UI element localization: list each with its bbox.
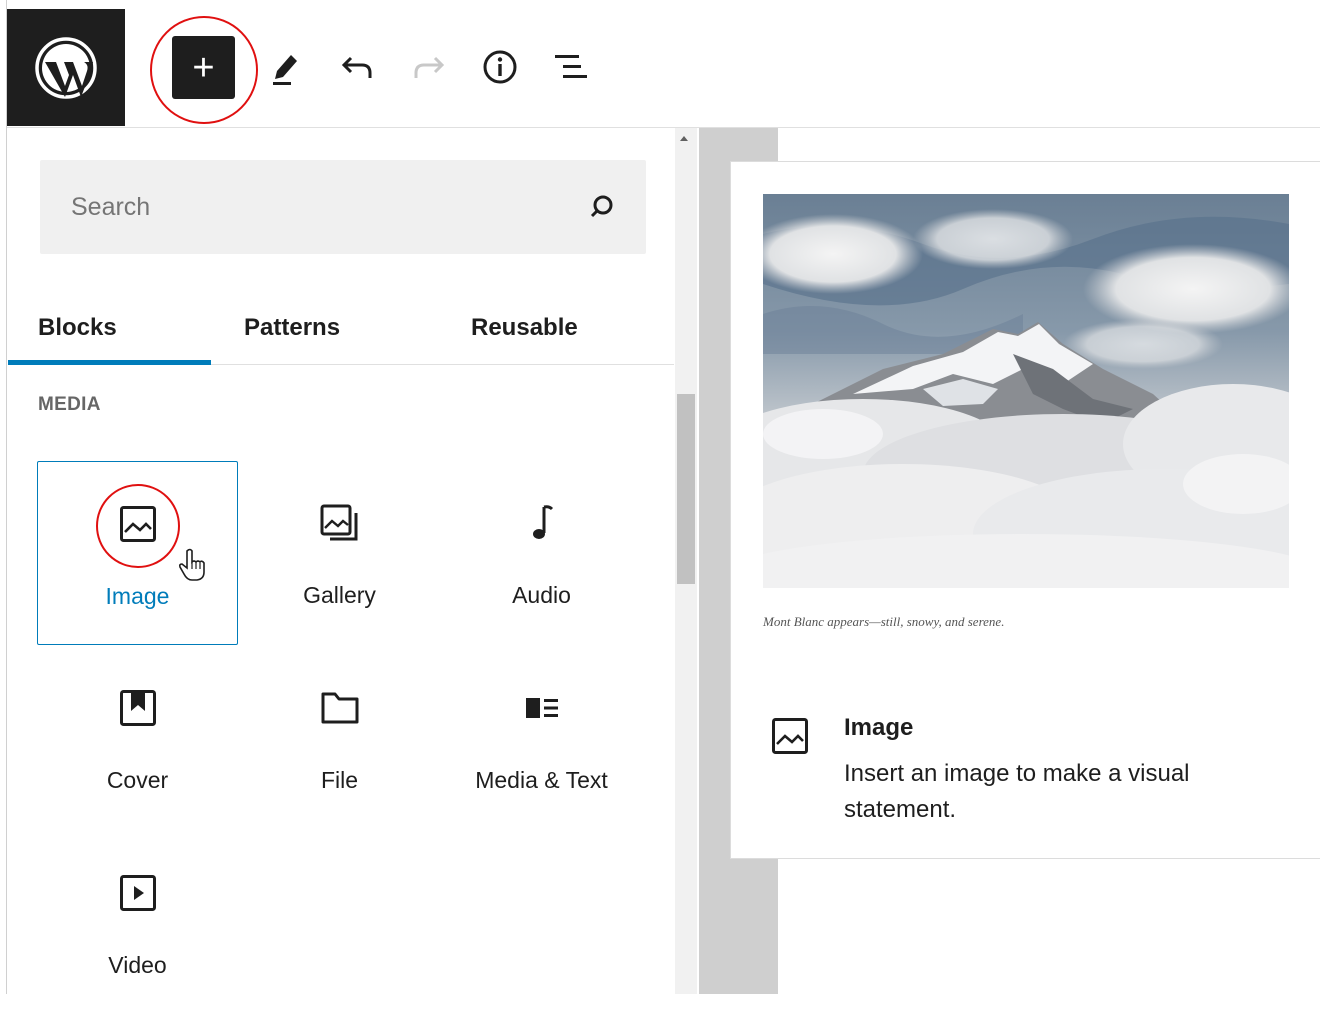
undo-button[interactable] [334, 35, 380, 99]
file-icon [321, 692, 358, 724]
block-audio[interactable]: Audio [441, 461, 642, 645]
gallery-icon [320, 504, 357, 541]
block-label: Media & Text [475, 767, 608, 793]
editor-toolbar: + [7, 9, 1320, 128]
search-icon[interactable] [588, 193, 616, 221]
block-inserter-panel: Blocks Patterns Reusable MEDIA Image Gal… [8, 128, 674, 994]
block-file-icon-wrap [239, 690, 440, 726]
block-preview-card: Mont Blanc appears—still, snowy, and ser… [730, 161, 1320, 859]
scroll-up-arrow-icon[interactable] [680, 136, 688, 141]
info-icon [483, 50, 517, 84]
mountain-photo [763, 194, 1289, 588]
audio-icon [532, 505, 553, 539]
redo-button[interactable] [406, 35, 452, 99]
block-label: Audio [512, 582, 571, 608]
tools-button[interactable] [262, 35, 308, 99]
image-icon [772, 718, 808, 754]
block-label: File [320, 767, 359, 793]
block-file[interactable]: File [239, 646, 440, 830]
block-audio-icon-wrap [441, 505, 642, 541]
window-left-edge [0, 0, 7, 994]
pencil-icon [273, 55, 297, 85]
inserter-tabs: Blocks Patterns Reusable [8, 292, 674, 365]
block-cover-icon-wrap [37, 690, 238, 726]
scroll-thumb[interactable] [677, 394, 695, 584]
list-view-icon [555, 55, 587, 78]
block-cover[interactable]: Cover [37, 646, 238, 830]
block-label: Cover [106, 767, 169, 793]
add-block-button[interactable]: + [172, 36, 235, 99]
tab-active-indicator [8, 360, 211, 365]
list-view-button[interactable] [548, 35, 594, 99]
media-text-icon [525, 698, 558, 718]
wordpress-logo-icon [35, 36, 97, 99]
search-box [40, 160, 646, 254]
redo-icon [414, 56, 445, 78]
tab-reusable[interactable]: Reusable [471, 292, 578, 364]
block-gallery[interactable]: Gallery [239, 461, 440, 645]
block-description-text: Insert an image to make a visual stateme… [844, 760, 1190, 823]
window-top-edge [0, 0, 1320, 9]
search-input[interactable] [40, 160, 570, 254]
undo-icon [341, 56, 372, 78]
block-description-title: Image [844, 714, 914, 741]
block-video-icon-wrap [37, 875, 238, 911]
block-gallery-icon-wrap [239, 504, 440, 541]
tab-patterns[interactable]: Patterns [244, 292, 340, 364]
wordpress-logo[interactable] [7, 9, 125, 126]
inserter-scrollbar[interactable] [675, 128, 697, 994]
preview-image-mont-blanc [763, 194, 1289, 588]
image-caption: Mont Blanc appears—still, snowy, and ser… [763, 614, 1005, 629]
plus-icon: + [192, 46, 215, 89]
block-image-icon-wrap [38, 506, 237, 542]
hand-cursor-icon [178, 548, 205, 581]
video-icon [119, 875, 156, 911]
block-label: Gallery [303, 582, 376, 608]
details-button[interactable] [477, 35, 523, 99]
cover-icon [119, 690, 156, 726]
block-media-text-icon-wrap [441, 690, 642, 726]
section-title-media: MEDIA [38, 394, 101, 415]
tab-blocks[interactable]: Blocks [38, 292, 117, 364]
block-video[interactable]: Video [37, 831, 238, 1015]
image-icon [119, 506, 156, 542]
block-label: Image [105, 583, 170, 609]
block-label: Video [108, 952, 167, 978]
block-media-text[interactable]: Media & Text [441, 646, 642, 830]
